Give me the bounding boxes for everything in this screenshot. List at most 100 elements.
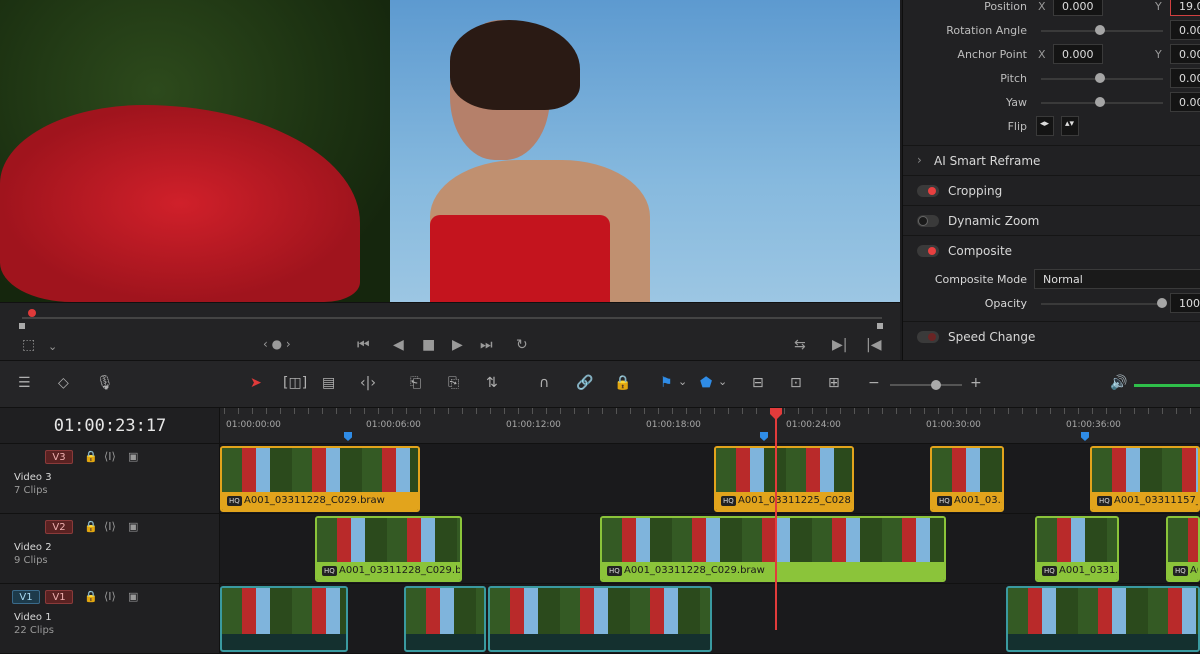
timeline-clip[interactable]: A00 HQ <box>1166 516 1200 582</box>
composite-mode-select[interactable]: Normal <box>1034 269 1200 289</box>
track-header-v2[interactable]: V2 🔒 ⟨I⟩ ▣ Video 2 9 Clips <box>0 514 220 584</box>
chevron-down-icon[interactable]: ⌄ <box>48 340 57 353</box>
track-enable-icon[interactable]: ▣ <box>128 520 138 533</box>
timeline-clip[interactable] <box>404 586 486 652</box>
microphone-icon[interactable]: 🎙 <box>96 375 114 395</box>
next-edit-icon[interactable]: ▶| <box>832 337 847 353</box>
zoom-slider[interactable] <box>890 384 962 386</box>
position-x-field[interactable]: 0.000 <box>1053 0 1103 16</box>
rotation-slider-knob[interactable] <box>1095 25 1105 35</box>
track-header-v3[interactable]: V3 🔒 ⟨I⟩ ▣ Video 3 7 Clips <box>0 444 220 514</box>
transform-icon[interactable]: ⬚ <box>22 337 35 353</box>
go-to-end-icon[interactable]: ⏭ <box>480 337 493 353</box>
yaw-slider-knob[interactable] <box>1095 97 1105 107</box>
speed-change-toggle[interactable] <box>917 331 939 343</box>
overwrite-clip-icon[interactable]: ⎘ <box>448 375 459 395</box>
replace-clip-icon[interactable]: ⇅ <box>486 375 498 395</box>
source-tag-v1[interactable]: V1 <box>12 590 40 604</box>
flip-vertical-icon[interactable]: ▴▾ <box>1061 116 1079 136</box>
section-dynamic-zoom[interactable]: Dynamic Zoom <box>903 205 1200 235</box>
timeline-clip[interactable]: A001_03... HQ <box>930 446 1004 512</box>
yaw-field[interactable]: 0.00 <box>1170 92 1200 112</box>
zoom-slider-knob[interactable] <box>931 380 941 390</box>
flag-icon[interactable]: ⚑ <box>660 375 673 395</box>
rotation-field[interactable]: 0.00 <box>1170 20 1200 40</box>
zoom-out-icon[interactable]: − <box>868 375 880 395</box>
auto-select-icon[interactable]: ⟨I⟩ <box>104 450 116 463</box>
track-tag-v1[interactable]: V1 <box>45 590 73 604</box>
opacity-slider[interactable] <box>1041 303 1163 305</box>
timeline-clip[interactable]: A001_03311225_C028.br... HQ <box>714 446 854 512</box>
playhead-marker[interactable] <box>28 309 36 317</box>
keyframe-icon[interactable]: ◇ <box>58 375 69 395</box>
timeline-clip[interactable] <box>488 586 712 652</box>
lock-icon[interactable]: 🔒 <box>84 590 98 603</box>
zoom-detail-icon[interactable]: ⊡ <box>790 375 802 395</box>
match-frame-icon[interactable]: ⇆ <box>794 337 806 353</box>
track-tag-v3[interactable]: V3 <box>45 450 73 464</box>
section-cropping[interactable]: Cropping <box>903 175 1200 205</box>
lock-icon[interactable]: 🔒 <box>84 450 98 463</box>
timeline-marker[interactable] <box>1081 432 1089 441</box>
position-y-field[interactable]: 19.00 <box>1170 0 1200 16</box>
timeline-playhead[interactable] <box>770 408 782 630</box>
track-enable-icon[interactable]: ▣ <box>128 590 138 603</box>
dynamic-trim-icon[interactable]: ▤ <box>322 375 335 395</box>
pitch-slider-knob[interactable] <box>1095 73 1105 83</box>
timeline-view-options-icon[interactable]: ☰ <box>18 375 31 395</box>
insert-clip-icon[interactable]: ⎗ <box>410 375 421 395</box>
speaker-icon[interactable]: 🔊 <box>1110 375 1127 395</box>
prev-edit-icon[interactable]: |◀ <box>866 337 881 353</box>
out-point-handle[interactable] <box>877 323 883 329</box>
flag-chevron-down-icon[interactable]: ⌄ <box>678 375 687 395</box>
go-to-start-icon[interactable]: ⏮ <box>357 337 370 353</box>
timecode-readout[interactable]: 01:00:23:17 <box>0 416 220 436</box>
selection-tool-icon[interactable]: ➤ <box>250 375 262 395</box>
stop-icon[interactable]: ■ <box>422 337 435 353</box>
volume-slider[interactable] <box>1134 384 1200 387</box>
anchor-x-field[interactable]: 0.000 <box>1053 44 1103 64</box>
linked-selection-icon[interactable]: 🔗 <box>576 375 593 395</box>
timeline-marker[interactable] <box>344 432 352 441</box>
snapping-icon[interactable]: ∩ <box>539 375 549 395</box>
marker-chevron-down-icon[interactable]: ⌄ <box>718 375 727 395</box>
timeline-clip[interactable]: A001_03311157_C0... HQ <box>1090 446 1200 512</box>
section-ai-smart-reframe[interactable]: › AI Smart Reframe <box>903 145 1200 175</box>
pitch-field[interactable]: 0.00 <box>1170 68 1200 88</box>
timeline-clip[interactable]: A001_03311228_C029.braw HQ <box>315 516 462 582</box>
opacity-slider-knob[interactable] <box>1157 298 1167 308</box>
track-tag-v2[interactable]: V2 <box>45 520 73 534</box>
track-header-v1[interactable]: V1 V1 🔒 ⟨I⟩ ▣ Video 1 22 Clips <box>0 584 220 654</box>
zoom-in-icon[interactable]: + <box>970 375 982 395</box>
marker-icon[interactable]: ⬟ <box>700 375 712 395</box>
timeline-clip[interactable] <box>1006 586 1200 652</box>
timeline-clip[interactable]: A001_03311228_C029.braw HQ <box>600 516 946 582</box>
trim-tool-icon[interactable]: [◫] <box>283 375 307 395</box>
auto-select-icon[interactable]: ⟨I⟩ <box>104 520 116 533</box>
zoom-full-icon[interactable]: ⊟ <box>752 375 764 395</box>
cropping-toggle[interactable] <box>917 185 939 197</box>
timeline-clip[interactable] <box>220 586 348 652</box>
blade-tool-icon[interactable]: ‹|› <box>360 375 376 395</box>
video-viewer[interactable] <box>0 0 900 302</box>
loop-icon[interactable]: ↻ <box>516 337 528 353</box>
flip-horizontal-icon[interactable]: ◂▸ <box>1036 116 1054 136</box>
dynamic-zoom-toggle[interactable] <box>917 215 939 227</box>
zoom-custom-icon[interactable]: ⊞ <box>828 375 840 395</box>
jog-icon[interactable]: ‹ ● › <box>263 337 291 351</box>
auto-select-icon[interactable]: ⟨I⟩ <box>104 590 116 603</box>
section-composite[interactable]: Composite Composite Mode Normal Opacity … <box>903 235 1200 320</box>
in-point-handle[interactable] <box>19 323 25 329</box>
play-icon[interactable]: ▶ <box>452 337 463 353</box>
timeline-marker[interactable] <box>760 432 768 441</box>
position-lock-icon[interactable]: 🔒 <box>614 375 631 395</box>
timeline-ruler[interactable]: 01:00:00:00 01:00:06:00 01:00:12:00 01:0… <box>220 408 1200 444</box>
timeline-clip[interactable]: A001_0331... HQ <box>1035 516 1119 582</box>
lock-icon[interactable]: 🔒 <box>84 520 98 533</box>
composite-toggle[interactable] <box>917 245 939 257</box>
anchor-y-field[interactable]: 0.00 <box>1170 44 1200 64</box>
scrub-bar[interactable] <box>22 317 882 319</box>
track-enable-icon[interactable]: ▣ <box>128 450 138 463</box>
section-speed-change[interactable]: Speed Change <box>903 321 1200 351</box>
timeline-clip[interactable]: A001_03311228_C029.braw HQ <box>220 446 420 512</box>
